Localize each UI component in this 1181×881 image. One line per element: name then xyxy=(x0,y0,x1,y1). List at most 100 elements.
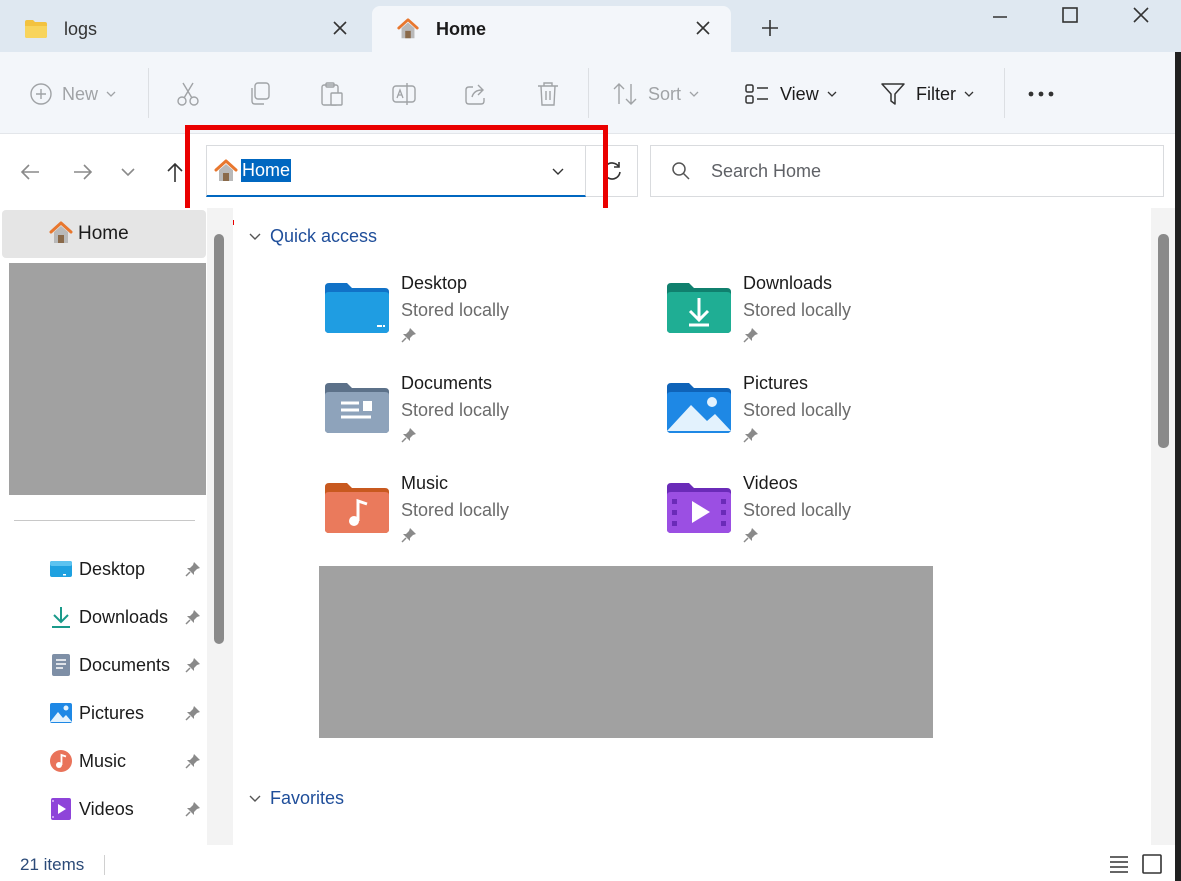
more-icon[interactable] xyxy=(1028,79,1054,109)
pin-icon xyxy=(743,427,759,443)
quick-access-item-downloads[interactable]: Downloads Stored locally xyxy=(667,273,987,363)
sidebar-item-label: Downloads xyxy=(79,606,169,627)
minimize-icon[interactable] xyxy=(985,2,1015,32)
share-icon[interactable] xyxy=(464,79,488,109)
paste-icon[interactable] xyxy=(320,79,344,109)
maximize-icon[interactable] xyxy=(1055,2,1085,32)
sidebar-item-label: Music xyxy=(79,750,127,771)
pin-icon[interactable] xyxy=(185,705,201,721)
pin-icon[interactable] xyxy=(185,753,201,769)
rename-icon[interactable] xyxy=(391,79,417,109)
tab-logs[interactable]: logs xyxy=(0,6,368,52)
sidebar-item-label: Videos xyxy=(79,798,134,819)
pin-icon xyxy=(743,327,759,343)
quick-access-item-pictures[interactable]: Pictures Stored locally xyxy=(667,373,987,463)
address-text[interactable]: Home xyxy=(241,159,292,182)
tiles-view-icon[interactable] xyxy=(1141,853,1163,875)
chevron-down-icon[interactable] xyxy=(551,164,565,178)
chevron-down-icon xyxy=(964,89,974,99)
section-title: Quick access xyxy=(270,226,378,246)
view-icon xyxy=(744,83,770,105)
home-icon xyxy=(396,17,420,41)
item-name: Downloads xyxy=(743,273,833,293)
title-bar: logs Home xyxy=(0,0,1181,52)
folder-icon xyxy=(24,17,48,41)
quick-access-item-desktop[interactable]: Desktop Stored locally xyxy=(325,273,645,363)
item-status: Stored locally xyxy=(743,300,852,320)
quick-access-item-videos[interactable]: Videos Stored locally xyxy=(667,473,987,563)
search-box[interactable] xyxy=(650,145,1164,197)
search-input[interactable] xyxy=(711,160,1131,182)
tab-label: Home xyxy=(436,18,487,39)
copy-icon[interactable] xyxy=(248,79,272,109)
close-tab-icon[interactable] xyxy=(330,18,350,38)
sort-button[interactable]: Sort xyxy=(612,79,699,109)
pin-icon[interactable] xyxy=(185,609,201,625)
music-icon xyxy=(48,748,74,774)
section-title: Favorites xyxy=(270,788,345,808)
details-view-icon[interactable] xyxy=(1108,853,1130,875)
sidebar-item-pictures[interactable]: Pictures xyxy=(0,693,207,733)
chevron-down-icon xyxy=(827,89,837,99)
item-status: Stored locally xyxy=(401,300,510,320)
item-status: Stored locally xyxy=(401,400,510,420)
sidebar-item-label: Documents xyxy=(79,654,171,675)
desktop-folder-icon xyxy=(325,281,389,333)
sidebar-item-videos[interactable]: Videos xyxy=(0,789,207,829)
pin-icon[interactable] xyxy=(185,561,201,577)
pin-icon xyxy=(743,527,759,543)
pictures-folder-icon xyxy=(667,381,731,433)
documents-folder-icon xyxy=(325,381,389,433)
sidebar-item-downloads[interactable]: Downloads xyxy=(0,597,207,637)
chevron-down-icon xyxy=(106,89,116,99)
tab-home[interactable]: Home xyxy=(372,6,731,52)
sidebar-scrollbar-thumb[interactable] xyxy=(214,234,224,644)
delete-icon[interactable] xyxy=(536,79,560,109)
address-bar[interactable]: Home xyxy=(206,145,586,197)
quick-access-item-music[interactable]: Music Stored locally xyxy=(325,473,645,563)
item-status: Stored locally xyxy=(401,500,510,520)
favorites-header[interactable]: Favorites xyxy=(248,788,344,809)
home-icon xyxy=(213,159,238,183)
sidebar-item-music[interactable]: Music xyxy=(0,741,207,781)
sidebar-item-home[interactable]: Home xyxy=(2,210,206,258)
navigation-pane: Home Desktop Downloads Documents Picture… xyxy=(0,208,207,845)
back-arrow-icon[interactable] xyxy=(18,160,42,184)
pin-icon xyxy=(401,427,417,443)
sidebar-item-label: Desktop xyxy=(79,558,146,579)
toolbar-divider xyxy=(1004,68,1005,118)
quick-access-item-documents[interactable]: Documents Stored locally xyxy=(325,373,645,463)
plus-circle-icon xyxy=(30,83,52,105)
sidebar-item-desktop[interactable]: Desktop xyxy=(0,549,207,589)
forward-arrow-icon[interactable] xyxy=(71,160,95,184)
videos-icon xyxy=(48,796,74,822)
filter-button[interactable]: Filter xyxy=(880,79,974,109)
pin-icon[interactable] xyxy=(185,657,201,673)
downloads-icon xyxy=(48,604,74,630)
recent-locations-chevron-icon[interactable] xyxy=(118,160,142,184)
item-status: Stored locally xyxy=(743,500,852,520)
refresh-button[interactable] xyxy=(586,145,638,197)
window-edge xyxy=(1175,0,1181,881)
up-arrow-icon[interactable] xyxy=(163,160,187,184)
quick-access-header[interactable]: Quick access xyxy=(248,226,377,247)
pin-icon[interactable] xyxy=(185,801,201,817)
close-window-icon[interactable] xyxy=(1126,2,1156,32)
view-button[interactable]: View xyxy=(744,79,837,109)
home-icon xyxy=(48,221,74,247)
new-tab-icon[interactable] xyxy=(758,16,782,40)
item-name: Music xyxy=(401,473,449,493)
sidebar-divider xyxy=(14,520,195,521)
new-button[interactable]: New xyxy=(30,79,116,109)
address-row: Home xyxy=(0,134,1175,208)
sidebar-item-documents[interactable]: Documents xyxy=(0,645,207,685)
videos-folder-icon xyxy=(667,481,731,533)
close-tab-icon[interactable] xyxy=(693,18,713,38)
toolbar-divider xyxy=(588,68,589,118)
content-scrollbar-thumb[interactable] xyxy=(1158,234,1169,448)
item-count: 21 items xyxy=(20,855,85,874)
desktop-icon xyxy=(48,556,74,582)
tab-label: logs xyxy=(64,18,98,39)
cut-icon[interactable] xyxy=(176,79,200,109)
sort-icon xyxy=(612,82,638,106)
